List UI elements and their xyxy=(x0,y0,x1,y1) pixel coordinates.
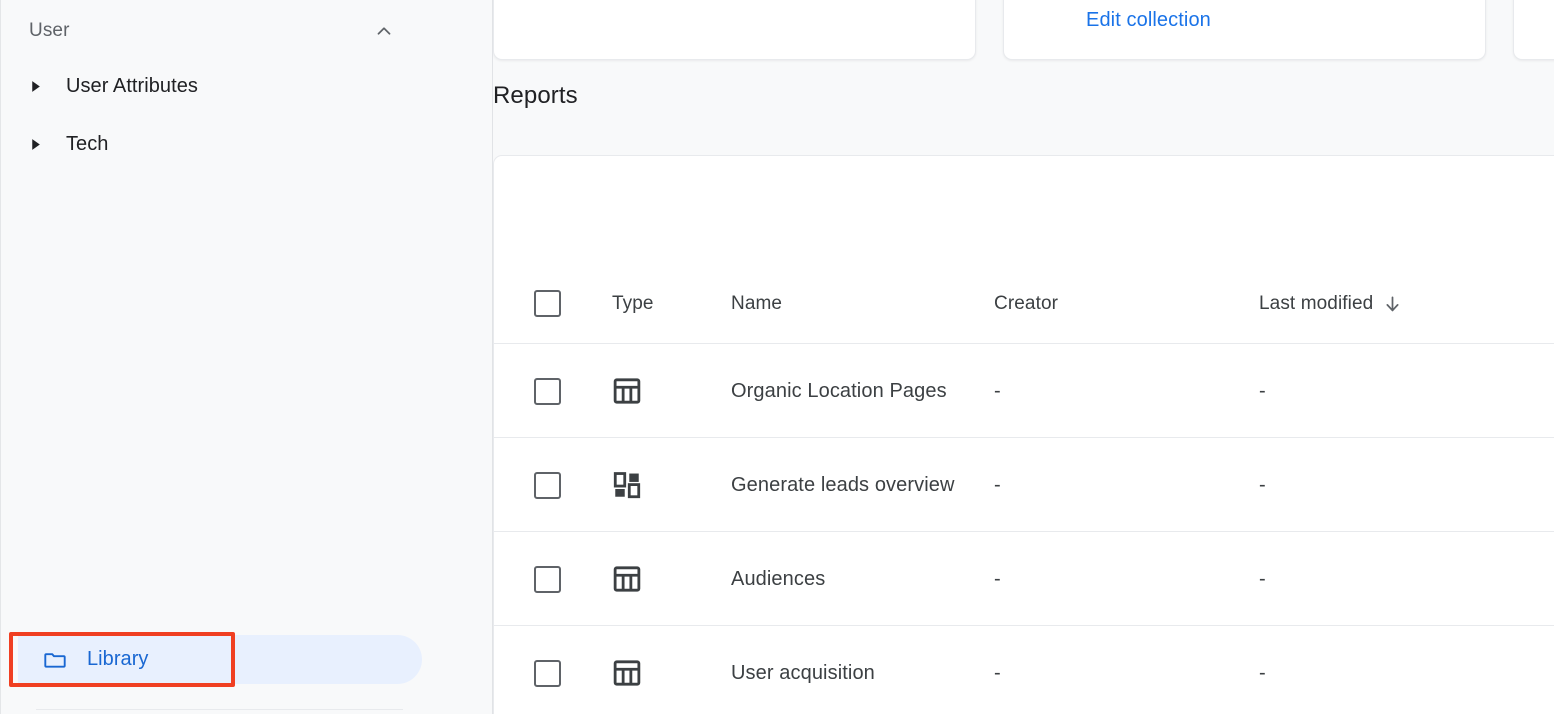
row-creator-cell: - xyxy=(994,344,1001,438)
row-checkbox[interactable] xyxy=(534,659,561,687)
row-checkbox-cell xyxy=(534,344,561,438)
triangle-right-icon xyxy=(18,138,42,151)
sidebar-content: User User Attributes Tech Library xyxy=(8,0,492,714)
creator-value: - xyxy=(994,661,1001,684)
last-modified-value: - xyxy=(1259,661,1266,684)
row-name-cell: Organic Location Pages xyxy=(731,344,971,438)
triangle-right-icon xyxy=(18,80,42,93)
row-checkbox[interactable] xyxy=(534,565,561,593)
row-checkbox[interactable] xyxy=(534,471,561,499)
row-checkbox-cell xyxy=(534,626,561,714)
reports-table-header: Type Name Creator Last modified xyxy=(494,156,1554,344)
creator-value: - xyxy=(994,379,1001,402)
collection-card[interactable]: Edit collection xyxy=(1513,0,1554,60)
row-creator-cell: - xyxy=(994,438,1001,532)
analytics-library-screen: User User Attributes Tech Library Edit c… xyxy=(0,0,1554,714)
collection-card[interactable]: Edit collection xyxy=(493,0,976,60)
row-last-modified-cell: - xyxy=(1259,344,1266,438)
column-header-last-modified[interactable]: Last modified xyxy=(1259,293,1402,315)
reports-table-card: Type Name Creator Last modified Organic … xyxy=(493,155,1554,714)
creator-value: - xyxy=(994,473,1001,496)
table-report-icon xyxy=(611,375,643,407)
report-name[interactable]: Organic Location Pages xyxy=(731,375,947,407)
row-type-cell xyxy=(611,532,643,626)
row-checkbox-cell xyxy=(534,438,561,532)
main-content: Edit collection Edit collection Edit col… xyxy=(493,0,1554,714)
row-name-cell: User acquisition xyxy=(731,626,971,714)
chevron-up-icon[interactable] xyxy=(373,20,395,42)
table-row[interactable]: Generate leads overview - - xyxy=(494,438,1554,532)
sidebar-section-title: User xyxy=(29,20,70,41)
row-creator-cell: - xyxy=(994,532,1001,626)
row-checkbox[interactable] xyxy=(534,377,561,405)
table-row[interactable]: Organic Location Pages - - xyxy=(494,344,1554,438)
column-header-creator[interactable]: Creator xyxy=(994,293,1058,315)
report-name[interactable]: User acquisition xyxy=(731,657,875,689)
page-title-reports: Reports xyxy=(493,82,578,109)
creator-value: - xyxy=(994,567,1001,590)
sidebar-item-tech[interactable]: Tech xyxy=(18,120,422,168)
last-modified-value: - xyxy=(1259,567,1266,590)
left-sidebar: User User Attributes Tech Library xyxy=(0,0,493,714)
table-row[interactable]: User acquisition - - xyxy=(494,626,1554,714)
select-all-checkbox[interactable] xyxy=(534,290,561,317)
sidebar-item-label: Tech xyxy=(66,132,109,155)
collection-card[interactable]: Edit collection xyxy=(1003,0,1486,60)
edit-collection-link[interactable]: Edit collection xyxy=(1086,9,1211,32)
sidebar-item-user-attributes[interactable]: User Attributes xyxy=(18,62,422,110)
report-name[interactable]: Generate leads overview xyxy=(731,469,955,501)
column-header-type[interactable]: Type xyxy=(612,293,654,315)
sidebar-section-user[interactable]: User xyxy=(29,14,395,48)
sidebar-divider xyxy=(36,709,403,710)
row-last-modified-cell: - xyxy=(1259,532,1266,626)
row-name-cell: Generate leads overview xyxy=(731,438,971,532)
sidebar-item-label: Library xyxy=(87,648,149,670)
collection-cards-row: Edit collection Edit collection Edit col… xyxy=(493,0,1554,60)
row-last-modified-cell: - xyxy=(1259,626,1266,714)
column-header-name[interactable]: Name xyxy=(731,293,782,315)
arrow-down-icon xyxy=(1383,295,1402,314)
report-name[interactable]: Audiences xyxy=(731,563,825,595)
row-type-cell xyxy=(611,344,643,438)
column-header-last-modified-label: Last modified xyxy=(1259,293,1374,314)
table-report-icon xyxy=(611,657,643,689)
folder-icon xyxy=(18,648,67,672)
overview-report-icon xyxy=(611,469,643,501)
table-row[interactable]: Audiences - - xyxy=(494,532,1554,626)
row-checkbox-cell xyxy=(534,532,561,626)
row-creator-cell: - xyxy=(994,626,1001,714)
row-type-cell xyxy=(611,626,643,714)
sidebar-item-library[interactable]: Library xyxy=(18,635,422,684)
table-report-icon xyxy=(611,563,643,595)
row-type-cell xyxy=(611,438,643,532)
row-name-cell: Audiences xyxy=(731,532,971,626)
last-modified-value: - xyxy=(1259,473,1266,496)
row-last-modified-cell: - xyxy=(1259,438,1266,532)
last-modified-value: - xyxy=(1259,379,1266,402)
sidebar-item-label: User Attributes xyxy=(66,74,198,97)
